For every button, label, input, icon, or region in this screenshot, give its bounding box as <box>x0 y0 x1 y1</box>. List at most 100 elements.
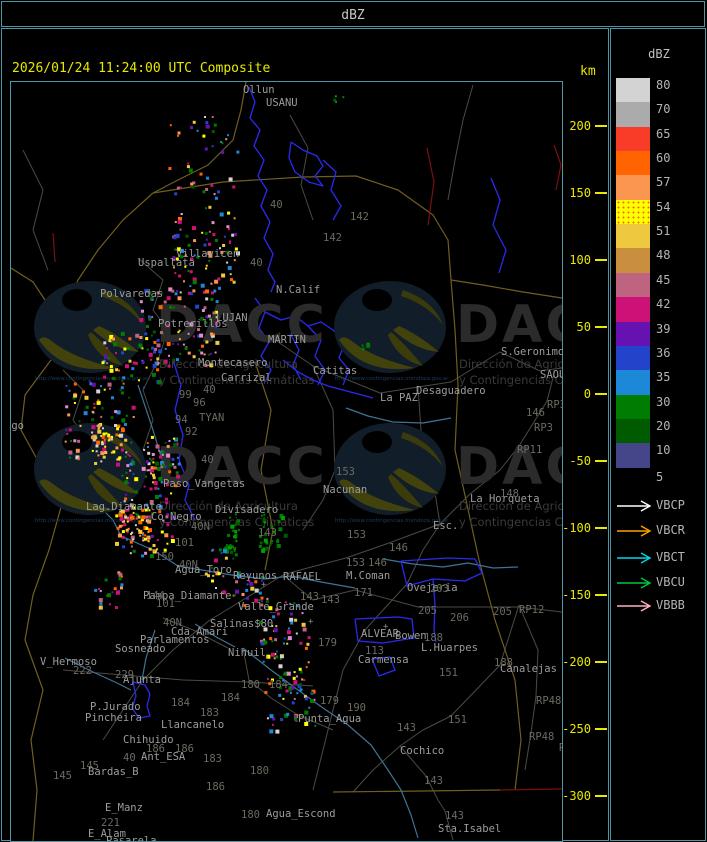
city-label: ALVEAR <box>361 628 399 640</box>
dbz-scale-label: 10 <box>656 443 671 458</box>
contour-label: 40 <box>201 454 214 466</box>
contour-label: RP48 <box>536 695 562 707</box>
contour-label: 143 <box>300 591 319 603</box>
contour-label: 186 <box>146 743 165 755</box>
contour-label: 184 <box>221 692 240 704</box>
dbz-scale-label: 42 <box>656 297 671 312</box>
contour-label: 40N <box>163 617 182 629</box>
contour-label: 186 <box>206 781 225 793</box>
dbz-scale-swatch <box>616 126 650 152</box>
contour-label: 143 <box>424 775 443 787</box>
contour-label: RP11 <box>517 444 543 456</box>
dacc-watermark: DACCDirección de Agriculturay Contingenc… <box>334 423 562 529</box>
y-axis-tick-mark <box>595 795 607 797</box>
contour-label: 146 <box>389 542 408 554</box>
city-label: Potrerillos <box>158 318 228 330</box>
contour-label: 183 <box>203 753 222 765</box>
y-axis-tick-mark <box>595 259 607 261</box>
dbz-scale-label: 48 <box>656 248 671 263</box>
city-label: Sosneado <box>115 643 166 655</box>
contour-label: RP12 <box>519 604 545 616</box>
vector-legend-label: VBCT <box>656 550 685 564</box>
dacc-watermark: DACCDirección de Agriculturay Contingenc… <box>334 281 562 387</box>
contour-label: 180 <box>241 679 260 691</box>
dbz-scale-swatch <box>616 394 650 420</box>
city-label: Ollun <box>243 84 275 96</box>
y-axis-tick-mark <box>595 527 607 529</box>
radar-map-display[interactable]: DACC Dirección de Agricultura y Contingenc… <box>10 81 563 842</box>
city-label: Llancanelo <box>161 719 225 731</box>
vbcu-arrow-icon <box>617 577 652 589</box>
dbz-scale-swatch <box>616 175 650 201</box>
contour-label: 221 <box>101 817 120 829</box>
map-geography-layer: DACCDirección de Agriculturay Contingenc… <box>11 82 562 841</box>
site-plus-mark: + <box>261 580 267 590</box>
y-axis-tick-label: -200 <box>562 655 591 669</box>
contour-label: 171 <box>354 587 373 599</box>
contour-label: 143 <box>445 810 464 822</box>
city-label: Bowen <box>395 630 427 642</box>
y-axis-tick-label: -150 <box>562 588 591 602</box>
dbz-scale-label: 35 <box>656 370 671 385</box>
timestamp-label: 2026/01/24 11:24:00 UTC Composite <box>12 61 271 76</box>
contour-label: TYAN <box>199 412 225 424</box>
contour-label: 92 <box>185 426 198 438</box>
city-label: SAOU <box>540 369 563 381</box>
dbz-scale-label: 80 <box>656 78 671 92</box>
contour-label: 143 <box>258 527 277 539</box>
city-label: E_Manz <box>105 802 143 814</box>
city-label: Catitas <box>313 365 358 377</box>
y-axis-tick-label: 150 <box>569 186 591 200</box>
y-axis-tick-label: -100 <box>562 521 591 535</box>
city-label: Punta_Agua <box>298 713 362 725</box>
contour-label: 180 <box>241 809 260 821</box>
dbz-scale-swatch <box>616 224 650 249</box>
window-title: dBZ <box>341 8 365 23</box>
city-label: Sta.Isabel <box>438 823 502 835</box>
contour-label: 143 <box>397 722 416 734</box>
dbz-scale-swatch <box>616 199 650 225</box>
city-label: P.Jurado <box>90 701 141 713</box>
vbct-arrow-icon <box>617 552 652 564</box>
y-axis-tick-mark <box>595 326 607 328</box>
contour-label: 94 <box>175 414 188 426</box>
city-label: Carrizal <box>221 372 272 384</box>
vector-legend-row <box>616 550 656 564</box>
dbz-scale-swatch <box>616 345 650 371</box>
contour-label: 40 <box>250 257 263 269</box>
contour-label: 144 <box>146 590 165 602</box>
city-label: Divisadero <box>215 504 279 516</box>
contour-label: 188 <box>424 632 443 644</box>
city-label: N.Calif <box>276 284 321 296</box>
contour-label: 186 <box>175 743 194 755</box>
city-label: Valle_Grande <box>238 601 314 613</box>
city-label: Uspallata <box>138 257 195 269</box>
vbcr-arrow-icon <box>617 525 652 537</box>
city-label: Pasarela <box>106 835 157 842</box>
contour-label: 40 <box>123 752 136 764</box>
y-axis-tick-mark <box>595 661 607 663</box>
dbz-scale-label: 60 <box>656 151 671 166</box>
contour-label: 146 <box>526 407 545 419</box>
y-axis-tick-mark <box>595 594 607 596</box>
city-label: Cochico <box>400 745 445 757</box>
vector-legend-row <box>616 498 656 512</box>
city-label: Reyunos <box>233 570 278 582</box>
city-label: Esc. <box>433 520 459 532</box>
contour-label: 151 <box>448 714 467 726</box>
contour-label: 142 <box>350 211 369 223</box>
contour-label: 184 <box>171 697 190 709</box>
city-label: L.Huarpes <box>421 642 478 654</box>
dbz-scale-swatch <box>616 443 650 469</box>
y-axis-tick-label: -50 <box>569 454 591 468</box>
contour-label: 143 <box>321 594 340 606</box>
contour-label: RP3 <box>534 422 553 434</box>
city-label: RAFAEL <box>283 571 321 583</box>
legend-panel: dBZ 80 70 65 60 57 54 51 48 45 42 39 36 35 30 20 10 5 VB… <box>610 28 706 841</box>
scale-title: dBZ <box>648 47 670 61</box>
dbz-scale-label: 20 <box>656 418 671 433</box>
dbz-scale-swatch <box>616 418 650 444</box>
contour-label: 40 <box>270 199 283 211</box>
city-label: S.Geronimo <box>501 346 563 358</box>
contour-label: 222 <box>73 665 92 677</box>
